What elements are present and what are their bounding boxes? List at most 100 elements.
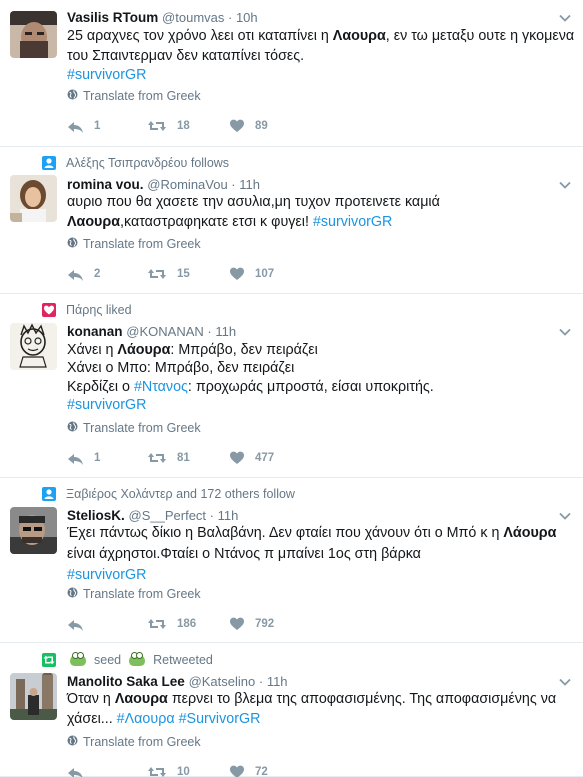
tweet-text-line: του Σπαιντερμαν δεν καταπίνει τόσες. xyxy=(67,47,572,67)
tweet[interactable]: Vasilis RToum @toumvas · 10h 25 αραχνες τ… xyxy=(0,0,583,147)
translate-link[interactable]: Translate from Greek xyxy=(67,89,201,103)
hashtag-link[interactable]: #survivorGR xyxy=(67,397,146,413)
hashtag-link[interactable]: #Λαουρα xyxy=(117,711,175,727)
translate-link[interactable]: Translate from Greek xyxy=(67,587,201,601)
heart-icon xyxy=(229,450,245,466)
highlighted-keyword: Λαουρα xyxy=(332,28,386,44)
tweet-menu-button[interactable] xyxy=(559,12,571,24)
highlighted-keyword: Λαουρα xyxy=(67,213,121,230)
retweet-button[interactable]: 15 xyxy=(147,266,190,282)
user-handle[interactable]: @toumvas xyxy=(162,10,224,25)
context-text[interactable]: Πάρης liked xyxy=(66,303,132,317)
tweet-menu-button[interactable] xyxy=(559,676,571,688)
timestamp[interactable]: 11h xyxy=(239,177,260,192)
translate-link[interactable]: Translate from Greek xyxy=(67,237,201,251)
tweet[interactable]: Αλέξης Τσιπρανδρέου follows romina vou. @… xyxy=(0,147,583,294)
avatar[interactable] xyxy=(10,673,57,720)
timestamp[interactable]: 10h xyxy=(236,10,258,25)
like-button[interactable]: 792 xyxy=(229,616,274,632)
tweet-text-line: Κερδίζει ο #Ντανος: προχωράς μπροστά, εί… xyxy=(67,378,572,396)
text-segment: , εν τω μεταξυ ουτε η γκομενα xyxy=(385,28,575,44)
retweet-button[interactable]: 81 xyxy=(147,450,190,466)
hashtag-link[interactable]: #survivorGR xyxy=(67,67,146,83)
like-button[interactable]: 477 xyxy=(229,450,274,466)
reply-icon xyxy=(67,765,84,777)
retweet-icon xyxy=(42,653,56,667)
retweet-button[interactable]: 10 xyxy=(147,764,190,777)
text-segment: χάσει... xyxy=(67,710,117,727)
hashtag-link[interactable]: #Ντανος xyxy=(134,379,188,395)
user-handle[interactable]: @RominaVou xyxy=(147,177,227,192)
user-name[interactable]: Manolito Saka Lee xyxy=(67,674,185,689)
avatar[interactable] xyxy=(10,323,57,370)
globe-icon xyxy=(67,237,78,251)
likes-count: 477 xyxy=(255,452,275,464)
user-name[interactable]: konanan xyxy=(67,324,123,339)
reply-button[interactable]: 1 xyxy=(67,450,100,466)
tweet-text-line: Χάνει η Λάουρα: Μπράβο, δεν πειράζει xyxy=(67,341,572,359)
tweet-text: Έχει πάντως δίκιο η Βαλαβάνη. Δεν φταίει… xyxy=(67,523,572,586)
hashtag-link[interactable]: #survivorGR xyxy=(67,567,146,583)
highlighted-keyword: Λαουρα xyxy=(114,691,168,707)
hashtag-link[interactable]: #survivorGR xyxy=(313,214,392,230)
retweet-icon xyxy=(147,266,167,282)
reply-icon xyxy=(67,451,84,466)
hashtag-link[interactable]: #SurvivorGR xyxy=(179,711,261,727)
separator-dot: · xyxy=(206,508,218,523)
heart-icon xyxy=(229,118,245,134)
tweet-text-line: Έχει πάντως δίκιο η Βαλαβάνη. Δεν φταίει… xyxy=(67,523,572,544)
translate-label: Translate from Greek xyxy=(83,587,201,601)
text-segment: περνει το βλεμα της αποφασισμένης. Της α… xyxy=(167,691,557,707)
reply-button[interactable] xyxy=(67,616,94,632)
context-user[interactable]: seed xyxy=(94,653,121,667)
translate-label: Translate from Greek xyxy=(83,237,201,251)
timestamp[interactable]: 11h xyxy=(218,508,239,523)
person-icon xyxy=(42,487,56,501)
like-button[interactable]: 107 xyxy=(229,266,274,282)
avatar[interactable] xyxy=(10,507,57,554)
avatar[interactable] xyxy=(10,175,57,222)
tweet-menu-button[interactable] xyxy=(559,179,571,191)
reply-icon xyxy=(67,119,84,134)
replies-count: 2 xyxy=(94,268,101,280)
user-handle[interactable]: @S__Perfect xyxy=(129,508,207,523)
tweet-menu-button[interactable] xyxy=(559,326,571,338)
translate-link[interactable]: Translate from Greek xyxy=(67,735,201,749)
user-name[interactable]: romina vou. xyxy=(67,177,144,192)
reply-button[interactable]: 1 xyxy=(67,118,100,134)
like-button[interactable]: 72 xyxy=(229,764,268,777)
tweet[interactable]: Ξαβιέρος Χολάντερ and 172 others follow S… xyxy=(0,478,583,643)
context-text[interactable]: Αλέξης Τσιπρανδρέου follows xyxy=(66,156,229,170)
globe-icon xyxy=(67,587,78,601)
avatar[interactable] xyxy=(10,11,57,58)
likes-count: 72 xyxy=(255,766,268,777)
timestamp[interactable]: 11h xyxy=(267,674,288,689)
timestamp[interactable]: 11h xyxy=(215,324,236,339)
tweet-header: Manolito Saka Lee @Katselino · 11h xyxy=(67,673,288,690)
context-text[interactable]: Ξαβιέρος Χολάντερ and 172 others follow xyxy=(66,487,295,501)
user-handle[interactable]: @KONANAN xyxy=(126,324,204,339)
heart-icon xyxy=(229,616,245,632)
tweet-menu-button[interactable] xyxy=(559,510,571,522)
tweet-text: Όταν η Λαουρα περνει το βλεμα της αποφασ… xyxy=(67,690,572,729)
tweet-text-line: Λαουρα,καταστραφηκατε ετσι κ φυγει! #sur… xyxy=(67,213,572,233)
text-segment: του Σπαιντερμαν δεν καταπίνει τόσες. xyxy=(67,47,305,64)
like-button[interactable]: 89 xyxy=(229,118,268,134)
retweet-button[interactable]: 18 xyxy=(147,118,190,134)
retweet-button[interactable]: 186 xyxy=(147,616,196,632)
user-name[interactable]: SteliosK. xyxy=(67,508,125,523)
reply-button[interactable]: 2 xyxy=(67,266,100,282)
tweet-header: SteliosK. @S__Perfect · 11h xyxy=(67,507,238,524)
retweets-count: 81 xyxy=(177,452,190,464)
tweet-text-line: Χάνει ο Μπο: Μπράβο, δεν πειράζει xyxy=(67,359,572,377)
translate-link[interactable]: Translate from Greek xyxy=(67,421,201,435)
highlighted-keyword: Λάουρα xyxy=(503,525,557,541)
text-segment: ,καταστραφηκατε ετσι κ φυγει! xyxy=(120,213,313,230)
user-name[interactable]: Vasilis RToum xyxy=(67,10,158,25)
user-handle[interactable]: @Katselino xyxy=(189,674,256,689)
heart-icon xyxy=(229,764,245,777)
tweet[interactable]: Πάρης liked konanan @KONANAN · 11h Χάνει η… xyxy=(0,294,583,478)
tweet-text-line: Όταν η Λαουρα περνει το βλεμα της αποφασ… xyxy=(67,690,572,710)
tweet[interactable]: seed Retweeted Manolito Saka Lee @Katselin… xyxy=(0,643,583,777)
reply-button[interactable] xyxy=(67,764,94,777)
